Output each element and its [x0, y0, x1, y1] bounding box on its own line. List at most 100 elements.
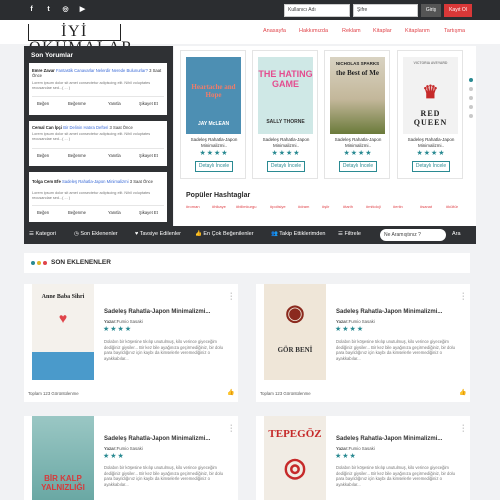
following-filter[interactable]: 👥 Takip Ettiklerimden [271, 231, 325, 237]
book-cover[interactable]: ◉ GÖR BENİ [264, 284, 326, 380]
login-button[interactable]: Giriş [421, 4, 441, 17]
eye-icon: ◎ [283, 452, 307, 482]
site-logo[interactable]: İYİ OKUMALAR [28, 24, 132, 56]
book-title[interactable]: Sadeleş Rahatla-Japon Minimalizmi.. [327, 137, 389, 148]
book-cover[interactable]: THE HATING GAME SALLY THORNE [258, 57, 313, 134]
book-author: Yazar:Fumio Sasaki [336, 319, 375, 324]
book-description: Dolabın bir köşesine tıkılıp unutulmuş, … [336, 465, 455, 487]
book-title[interactable]: Sadeleş Rahatla-Japon Minimalizmi.. [400, 137, 462, 148]
more-options-icon[interactable]: · · · [462, 290, 464, 303]
dislike-button[interactable]: Beğenme [68, 101, 86, 106]
nav-kitaplarim[interactable]: Kitaplarım [405, 28, 430, 34]
like-icon[interactable]: 👍 [227, 389, 234, 396]
hashtag[interactable]: #roman [186, 204, 200, 209]
hashtag[interactable]: #kültür [446, 204, 458, 209]
details-button[interactable]: Detaylı İncele [267, 161, 305, 172]
hashtag[interactable]: #hikaye [212, 204, 226, 209]
book-title[interactable]: Sadeleş Rahatla-Japon Minimalizmi... [336, 309, 464, 315]
comment-book-link[interactable]: Fantastik Canavarlar Nelerdir Nerede Bul… [56, 68, 148, 73]
hashtag[interactable]: #polisiye [270, 204, 286, 209]
slider-dot[interactable] [469, 105, 473, 109]
details-button[interactable]: Detaylı İncele [195, 161, 233, 172]
filter-button[interactable]: ☰ Filtrele [338, 231, 361, 237]
book-cover[interactable]: Heartache and Hope JAY McLEAN [186, 57, 241, 134]
book-cover[interactable]: TEPEGÖZ ◎ [264, 416, 326, 500]
comment-user[interactable]: Tolga Cem Efe [32, 179, 61, 184]
instagram-icon[interactable]: ◎ [61, 5, 70, 14]
hashtag[interactable]: #bilimkurgu [236, 204, 256, 209]
reply-button[interactable]: Yanıtla [108, 153, 121, 158]
rating-stars: ★★★★ [416, 150, 446, 157]
cover-title: the Best of Me [336, 69, 379, 77]
hashtag[interactable]: #sanat [420, 204, 432, 209]
like-button[interactable]: Beğen [37, 210, 49, 215]
recent-comments-title: Son Yorumlar [31, 52, 74, 59]
like-icon[interactable]: 👍 [459, 389, 466, 396]
hashtag[interactable]: #şiir [322, 204, 329, 209]
filter-label: Takip Ettiklerimden [279, 231, 326, 237]
reply-button[interactable]: Yanıtla [108, 101, 121, 106]
comment-book-link[interactable]: Sadeleş Rahatla-Japon Minimalizmi [62, 179, 129, 184]
nav-reklam[interactable]: Reklam [342, 28, 361, 34]
recent-filter[interactable]: ◷ Son Eklenenler [74, 231, 118, 237]
slider-dot[interactable] [469, 87, 473, 91]
youtube-icon[interactable]: ▶ [78, 5, 87, 14]
book-title[interactable]: Sadeleş Rahatla-Japon Minimalizmi... [104, 309, 232, 315]
slider-dot[interactable] [469, 114, 473, 118]
comment-user[interactable]: Cemal Can İpçi [32, 125, 62, 130]
cover-water [32, 352, 94, 380]
more-options-icon[interactable]: · · · [230, 290, 232, 303]
facebook-icon[interactable]: f [27, 5, 36, 14]
password-input[interactable]: Şifre [353, 4, 418, 17]
book-title[interactable]: Sadeleş Rahatla-Japon Minimalizmi.. [183, 137, 245, 148]
book-title[interactable]: Sadeleş Rahatla-Japon Minimalizmi... [336, 436, 464, 442]
search-input[interactable]: Ne Aramıştınız ? [380, 229, 446, 241]
details-button[interactable]: Detaylı İncele [339, 161, 377, 172]
like-button[interactable]: Beğen [37, 101, 49, 106]
book-title[interactable]: Sadeleş Rahatla-Japon Minimalizmi.. [255, 137, 317, 148]
book-cover[interactable]: BİR KALP YALNIZLIĞI [32, 416, 94, 500]
nav-anasayfa[interactable]: Anasayfa [263, 28, 286, 34]
slider-dot[interactable] [469, 96, 473, 100]
featured-book-card[interactable]: NICHOLAS SPARKS the Best of Me Sadeleş R… [324, 50, 390, 179]
most-liked-filter[interactable]: 👍 En Çok Beğenilenler [195, 231, 254, 237]
book-author: Yazar:Fumio Sasaki [104, 319, 143, 324]
hashtag[interactable]: #mitoloji [366, 204, 381, 209]
hashtag[interactable]: #eriin [393, 204, 403, 209]
filter-label: En Çok Beğenilenler [203, 231, 254, 237]
book-cover[interactable]: NICHOLAS SPARKS the Best of Me [330, 57, 385, 134]
category-filter[interactable]: ☰ Kategori [29, 231, 56, 237]
book-cover[interactable]: Anne Baba Sihri ♥ [32, 284, 94, 380]
filter-label: Son Eklenenler [80, 231, 118, 237]
more-options-icon[interactable]: · · · [230, 422, 232, 435]
nav-tartisma[interactable]: Tartışma [444, 28, 465, 34]
featured-book-card[interactable]: THE HATING GAME SALLY THORNE Sadeleş Rah… [252, 50, 318, 179]
more-options-icon[interactable]: · · · [462, 422, 464, 435]
report-button[interactable]: Şikayet Et [139, 153, 158, 158]
reply-button[interactable]: Yanıtla [108, 210, 121, 215]
username-input[interactable]: Kullanıcı Adı [284, 4, 350, 17]
featured-book-card[interactable]: VICTORIA AVEYARD ♛ RED QUEEN Sadeleş Rah… [397, 50, 463, 179]
dislike-button[interactable]: Beğenme [68, 210, 86, 215]
recommended-filter[interactable]: ♥ Tavsiye Edilenler [135, 231, 181, 237]
details-button[interactable]: Detaylı İncele [412, 161, 450, 172]
search-button[interactable]: Ara [452, 231, 461, 237]
cover-title: THE HATING GAME [258, 69, 313, 89]
book-title[interactable]: Sadeleş Rahatla-Japon Minimalizmi... [104, 436, 232, 442]
hashtag[interactable]: #dram [298, 204, 309, 209]
book-cover[interactable]: VICTORIA AVEYARD ♛ RED QUEEN [403, 57, 458, 134]
twitter-icon[interactable]: t [44, 5, 53, 14]
like-button[interactable]: Beğen [37, 153, 49, 158]
hashtag[interactable]: #tarih [343, 204, 353, 209]
nav-hakkimizda[interactable]: Hakkımızda [299, 28, 328, 34]
comment-book-link[interactable]: Bir Delinin Hatıra Defteri [63, 125, 108, 130]
featured-book-card[interactable]: Heartache and Hope JAY McLEAN Sadeleş Ra… [180, 50, 246, 179]
book-description: Dolabın bir köşesine tıkılıp unutulmuş, … [336, 339, 455, 361]
register-button[interactable]: Kayıt Ol [444, 4, 472, 17]
report-button[interactable]: Şikayet Et [139, 210, 158, 215]
nav-kitaplar[interactable]: Kitaplar [373, 28, 392, 34]
new-arrivals-title: SON EKLENENLER [51, 259, 111, 266]
slider-dot[interactable] [469, 78, 473, 82]
dislike-button[interactable]: Beğenme [68, 153, 86, 158]
report-button[interactable]: Şikayet Et [139, 101, 158, 106]
